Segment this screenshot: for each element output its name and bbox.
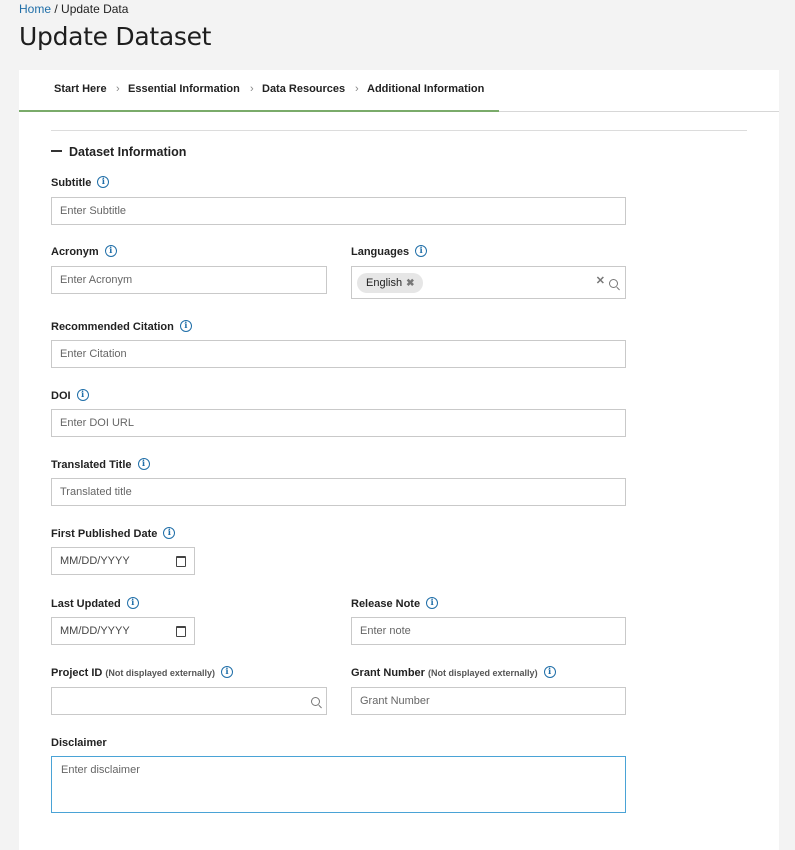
project-id-label: Project ID (Not displayed externally) i (51, 666, 233, 679)
disclaimer-label-text: Disclaimer (51, 737, 107, 749)
languages-multiselect[interactable]: English ✖ ✕ (351, 266, 626, 299)
breadcrumb-current: Update Data (61, 2, 129, 16)
grant-number-label: Grant Number (Not displayed externally) i (351, 666, 556, 679)
project-id-search-input[interactable] (51, 687, 327, 715)
translated-title-input[interactable] (51, 478, 626, 506)
release-note-label-text: Release Note (351, 598, 421, 610)
breadcrumb-home-link[interactable]: Home (19, 2, 51, 16)
collapse-icon (51, 149, 62, 152)
tab-start-here[interactable]: Start Here (54, 83, 107, 95)
citation-input[interactable] (51, 340, 626, 368)
info-icon[interactable]: i (97, 176, 110, 189)
calendar-icon[interactable] (176, 626, 186, 637)
citation-label-text: Recommended Citation (51, 321, 174, 333)
info-icon[interactable]: i (104, 245, 117, 258)
grant-number-label-text: Grant Number (351, 667, 425, 679)
first-published-label-text: First Published Date (51, 528, 158, 540)
doi-label-text: DOI (51, 390, 71, 402)
doi-label: DOI i (51, 389, 89, 402)
acronym-label: Acronym i (51, 245, 117, 258)
last-updated-label: Last Updated i (51, 597, 139, 610)
subtitle-label: Subtitle i (51, 176, 110, 189)
breadcrumb-separator: / (54, 2, 58, 16)
info-icon[interactable]: i (137, 458, 150, 471)
info-icon[interactable]: i (415, 245, 428, 258)
tab-separator: › (355, 83, 359, 95)
tab-separator: › (116, 83, 120, 95)
languages-label-text: Languages (351, 246, 410, 258)
section-divider (51, 130, 747, 131)
subtitle-label-text: Subtitle (51, 177, 92, 189)
translated-title-label-text: Translated Title (51, 459, 132, 471)
subtitle-input[interactable] (51, 197, 626, 225)
translated-title-label: Translated Title i (51, 458, 150, 471)
release-note-label: Release Note i (351, 597, 439, 610)
release-note-input[interactable] (351, 617, 626, 645)
search-icon (311, 697, 320, 706)
section-toggle[interactable]: Dataset Information (51, 145, 186, 159)
acronym-label-text: Acronym (51, 246, 99, 258)
date-placeholder: MM/DD/YYYY (60, 555, 130, 567)
not-displayed-note: (Not displayed externally) (105, 668, 215, 678)
active-tabs-underline (19, 110, 499, 112)
clear-icon[interactable]: ✕ (596, 274, 605, 287)
search-icon (609, 279, 618, 288)
tab-essential-information[interactable]: Essential Information (128, 83, 240, 95)
info-icon[interactable]: i (220, 666, 233, 679)
tab-additional-information[interactable]: Additional Information (367, 83, 484, 95)
disclaimer-textarea[interactable] (51, 756, 626, 813)
info-icon[interactable]: i (126, 597, 139, 610)
section-title: Dataset Information (69, 145, 187, 159)
info-icon[interactable]: i (163, 527, 176, 540)
calendar-icon[interactable] (176, 556, 186, 567)
languages-label: Languages i (351, 245, 428, 258)
remove-tag-icon[interactable]: ✖ (406, 278, 414, 289)
breadcrumb: Home / Update Data (19, 2, 128, 16)
step-tabs: Start Here › Essential Information › Dat… (19, 70, 779, 112)
info-icon[interactable]: i (76, 389, 89, 402)
last-updated-date-input[interactable]: MM/DD/YYYY (51, 617, 195, 645)
tab-data-resources[interactable]: Data Resources (262, 83, 345, 95)
date-placeholder: MM/DD/YYYY (60, 625, 130, 637)
doi-input[interactable] (51, 409, 626, 437)
info-icon[interactable]: i (179, 320, 192, 333)
acronym-input[interactable] (51, 266, 327, 294)
tab-separator: › (250, 83, 254, 95)
last-updated-label-text: Last Updated (51, 598, 121, 610)
form-card: Start Here › Essential Information › Dat… (19, 70, 779, 850)
citation-label: Recommended Citation i (51, 320, 192, 333)
language-tag-english: English ✖ (357, 273, 424, 293)
info-icon[interactable]: i (426, 597, 439, 610)
first-published-label: First Published Date i (51, 527, 176, 540)
info-icon[interactable]: i (543, 666, 556, 679)
grant-number-input[interactable] (351, 687, 626, 715)
disclaimer-label: Disclaimer (51, 737, 107, 749)
language-tag-label: English (366, 277, 403, 289)
page-title: Update Dataset (19, 22, 212, 51)
project-id-label-text: Project ID (51, 667, 103, 679)
first-published-date-input[interactable]: MM/DD/YYYY (51, 547, 195, 575)
not-displayed-note: (Not displayed externally) (428, 668, 538, 678)
